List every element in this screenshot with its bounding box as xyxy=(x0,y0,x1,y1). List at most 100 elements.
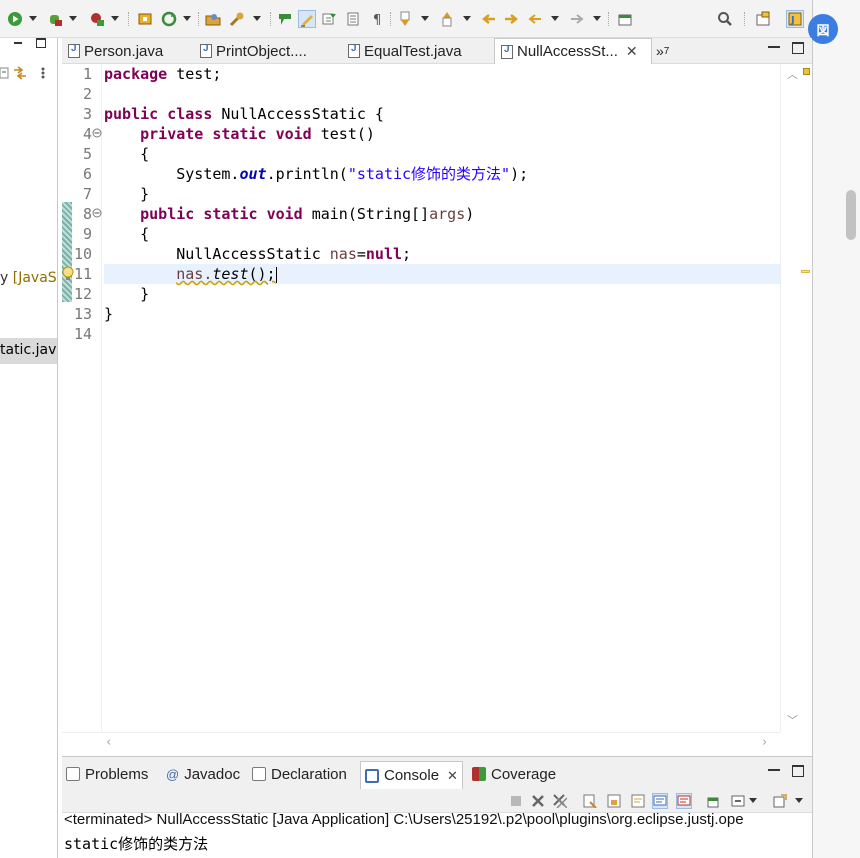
panel-minimize-icon[interactable] xyxy=(768,767,780,771)
tab-javadoc[interactable]: @ Javadoc xyxy=(166,763,240,785)
pilcrow-icon[interactable]: ¶ xyxy=(368,10,386,28)
forward-icon[interactable] xyxy=(568,10,586,28)
close-console-icon[interactable]: ✕ xyxy=(447,768,458,784)
terminate-icon[interactable] xyxy=(508,793,524,809)
search-icon[interactable] xyxy=(716,10,734,28)
line-number: 14 xyxy=(73,325,92,343)
close-tab-icon[interactable]: ✕ xyxy=(626,43,638,60)
java-file-icon xyxy=(348,43,360,58)
jre-library-label: y xyxy=(0,270,13,286)
show-on-stdout-icon[interactable] xyxy=(652,793,668,809)
new-icon[interactable] xyxy=(136,10,154,28)
tab-equaltest-java[interactable]: EqualTest.java xyxy=(348,38,462,64)
word-wrap-icon[interactable] xyxy=(630,793,646,809)
fold-toggle-icon[interactable] xyxy=(92,208,102,218)
next-annotation-icon[interactable] xyxy=(396,10,414,28)
panel-maximize-icon[interactable] xyxy=(792,765,804,777)
remove-launch-icon[interactable] xyxy=(530,793,546,809)
run-dropdown-icon[interactable] xyxy=(28,10,38,28)
editor-horizontal-scrollbar[interactable]: ‹ › xyxy=(62,732,780,752)
main-toolbar: ¶ J xyxy=(0,0,812,38)
show-whitespace-icon[interactable] xyxy=(320,10,338,28)
scroll-lock-icon[interactable] xyxy=(606,793,622,809)
fold-toggle-icon[interactable] xyxy=(92,128,102,138)
java-perspective-icon[interactable]: J xyxy=(786,10,804,28)
search-dropdown-icon[interactable] xyxy=(252,10,262,28)
debug-dropdown-icon[interactable] xyxy=(68,10,78,28)
tab-declaration[interactable]: Declaration xyxy=(252,763,347,785)
link-editor-icon[interactable] xyxy=(12,66,28,80)
overview-warning-marker[interactable] xyxy=(803,68,810,75)
line-number: 8 xyxy=(82,205,92,223)
tab-problems[interactable]: Problems xyxy=(66,763,148,785)
open-type-icon[interactable] xyxy=(204,10,222,28)
pin-console-icon[interactable] xyxy=(706,793,722,809)
next-annotation-dropdown-icon[interactable] xyxy=(420,10,430,28)
pin-icon[interactable] xyxy=(616,10,634,28)
scroll-left-icon[interactable]: ‹ xyxy=(106,735,111,750)
refresh-dropdown-icon[interactable] xyxy=(182,10,192,28)
editor-vertical-scrollbar[interactable]: ︿ ﹀ xyxy=(780,64,812,732)
line-number: 10 xyxy=(73,245,92,263)
forward-dropdown-icon[interactable] xyxy=(592,10,602,28)
coverage-dropdown-icon[interactable] xyxy=(110,10,120,28)
tab-coverage[interactable]: Coverage xyxy=(472,763,556,785)
editor-minimize-icon[interactable] xyxy=(768,44,780,48)
code-line-5: { xyxy=(140,145,150,163)
search-icon-tool[interactable] xyxy=(228,10,246,28)
problems-icon xyxy=(66,767,80,781)
scroll-up-icon[interactable]: ︿ xyxy=(787,66,798,82)
tab-label: EqualTest.java xyxy=(364,42,462,60)
display-console-dropdown-icon[interactable] xyxy=(748,793,758,809)
jre-library-item[interactable]: y [JavaSE xyxy=(0,270,57,286)
refresh-icon[interactable] xyxy=(160,10,178,28)
last-edit-forward-icon[interactable] xyxy=(502,10,520,28)
maximize-icon[interactable] xyxy=(36,38,46,48)
selected-file-item[interactable]: tatic.jav xyxy=(0,338,57,364)
tab-label: Console xyxy=(384,767,440,784)
run-icon[interactable] xyxy=(6,10,24,28)
line-number: 2 xyxy=(82,85,92,103)
debug-icon[interactable] xyxy=(46,10,64,28)
highlight-icon[interactable] xyxy=(298,10,316,28)
back-dropdown-icon[interactable] xyxy=(550,10,560,28)
last-edit-icon[interactable] xyxy=(480,10,498,28)
console-output-line[interactable]: static修饰的类方法 xyxy=(64,833,208,854)
code-editor[interactable]: 1 2 3 4 5 6 7 8 9 10 11 12 13 14 package… xyxy=(62,64,812,754)
tab-label: Javadoc xyxy=(184,765,241,783)
tab-printobject[interactable]: PrintObject.... xyxy=(200,38,307,64)
coverage-icon[interactable] xyxy=(88,10,106,28)
clear-console-icon[interactable] xyxy=(582,793,598,809)
open-perspective-icon[interactable] xyxy=(754,10,772,28)
tab-nullaccessstatic[interactable]: NullAccessSt... ✕ xyxy=(494,38,652,64)
view-menu-icon[interactable] xyxy=(38,66,48,80)
code-line-11: nas.test(); xyxy=(176,265,277,283)
toggle-mark-icon[interactable] xyxy=(276,10,294,28)
editor-maximize-icon[interactable] xyxy=(792,42,804,54)
tab-label: NullAccessSt... xyxy=(517,43,618,60)
tab-overflow-button[interactable]: » 7 xyxy=(656,38,669,64)
code-line-13: } xyxy=(104,305,114,323)
floating-badge-icon[interactable]: 図 xyxy=(808,14,838,44)
display-console-icon[interactable] xyxy=(730,793,746,809)
scroll-right-icon[interactable]: › xyxy=(762,735,767,750)
minimize-icon[interactable] xyxy=(14,42,22,44)
open-console-dropdown-icon[interactable] xyxy=(794,793,804,809)
scroll-down-icon[interactable]: ﹀ xyxy=(787,712,798,728)
desktop-edge xyxy=(812,0,860,858)
warning-lightbulb-icon[interactable] xyxy=(62,266,76,282)
tab-person-java[interactable]: Person.java xyxy=(68,38,163,64)
open-console-icon[interactable] xyxy=(772,793,788,809)
prev-annotation-icon[interactable] xyxy=(438,10,456,28)
block-select-icon[interactable] xyxy=(344,10,362,28)
collapse-all-icon[interactable] xyxy=(0,66,12,80)
code-text-area[interactable]: package test; public class NullAccessSta… xyxy=(104,64,780,732)
page-scrollbar-thumb[interactable] xyxy=(846,190,856,240)
back-icon[interactable] xyxy=(526,10,544,28)
code-line-7: } xyxy=(140,185,150,203)
tab-console[interactable]: Console ✕ xyxy=(360,761,463,789)
show-on-stderr-icon[interactable] xyxy=(676,793,692,809)
overview-warning-line[interactable] xyxy=(801,270,810,273)
remove-all-icon[interactable] xyxy=(552,793,568,809)
prev-annotation-dropdown-icon[interactable] xyxy=(462,10,472,28)
